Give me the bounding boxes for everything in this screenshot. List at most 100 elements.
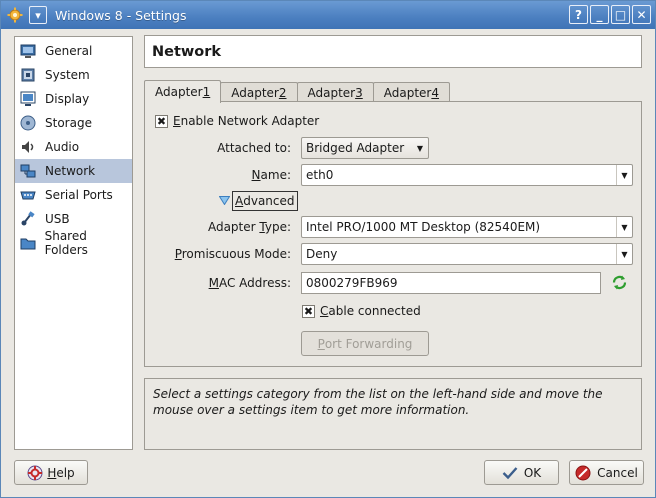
label-text: nable Network Adapter (180, 114, 320, 128)
label-accel: M (208, 276, 219, 290)
attached-to-value: Bridged Adapter (306, 141, 405, 155)
ok-button[interactable]: OK (484, 460, 559, 485)
enable-network-adapter-checkbox[interactable]: ✖ (155, 115, 168, 128)
label-accel: P (317, 336, 325, 351)
page-header: Network (144, 35, 642, 68)
cancel-button[interactable]: Cancel (569, 460, 644, 485)
system-icon (19, 66, 37, 84)
tab-label: Adapter (155, 85, 203, 99)
adapter-type-value: Intel PRO/1000 MT Desktop (82540EM) (306, 220, 541, 234)
label-text: Cancel (597, 465, 638, 480)
mac-address-input[interactable]: 0800279FB969 (301, 272, 601, 294)
label-accel: E (173, 114, 181, 128)
general-icon (19, 42, 37, 60)
sidebar-item-label: USB (45, 212, 70, 226)
label-accel: P (174, 247, 182, 261)
shared-folders-icon (19, 234, 37, 252)
settings-category-list[interactable]: General System Display Storage Audio Net… (14, 36, 133, 450)
expander-arrow-icon[interactable] (219, 196, 230, 205)
sidebar-item-label: Audio (45, 140, 80, 154)
name-label: Name: (185, 168, 291, 182)
gear-icon[interactable] (7, 7, 23, 23)
label-text: AC Address: (218, 276, 291, 290)
close-button[interactable]: ✕ (632, 5, 651, 24)
sidebar-item-shared-folders[interactable]: Shared Folders (15, 229, 132, 257)
settings-window: ▾ Windows 8 - Settings ? _ □ ✕ General S… (0, 0, 656, 498)
name-value: eth0 (306, 168, 334, 182)
window-menu-button[interactable]: ▾ (29, 6, 47, 24)
help-icon (27, 465, 43, 480)
checkmark-icon (502, 466, 518, 479)
sidebar-item-network[interactable]: Network (15, 159, 132, 183)
enable-network-adapter-label[interactable]: Enable Network Adapter (173, 114, 319, 128)
maximize-button[interactable]: □ (611, 5, 630, 24)
title-bar[interactable]: ▾ Windows 8 - Settings ? _ □ ✕ (1, 1, 655, 29)
label-text: ort Forwarding (324, 336, 413, 351)
attached-to-label: Attached to: (217, 141, 291, 155)
sidebar-item-label: Storage (45, 116, 92, 130)
promiscuous-mode-value: Deny (306, 247, 338, 261)
label-text: dvanced (243, 194, 295, 208)
network-icon (19, 162, 37, 180)
adapter-panel: ✖ Enable Network Adapter Attached to: Br… (144, 101, 642, 367)
sidebar-item-serial-ports[interactable]: Serial Ports (15, 183, 132, 207)
tab-label-accel: 1 (202, 85, 211, 99)
cable-connected-label[interactable]: Cable connected (320, 304, 421, 318)
chevron-down-icon: ▾ (35, 8, 41, 22)
sidebar-item-label: Display (45, 92, 90, 106)
tab-adapter-1[interactable]: Adapter 1 (144, 80, 222, 103)
label-text: OK (523, 465, 542, 480)
sidebar-item-audio[interactable]: Audio (15, 135, 132, 159)
tab-label-accel: 2 (278, 86, 287, 100)
tab-adapter-3[interactable]: Adapter 3 (296, 82, 374, 103)
label-text: romiscuous Mode: (181, 247, 291, 261)
chevron-down-icon: ▼ (416, 143, 424, 153)
attached-to-select[interactable]: Bridged Adapter ▼ (301, 137, 429, 159)
serial-ports-icon (19, 186, 37, 204)
page-title: Network (152, 43, 222, 60)
sidebar-item-label: Shared Folders (44, 229, 88, 257)
advanced-toggle[interactable]: Advanced (232, 191, 298, 211)
adapter-type-select[interactable]: Intel PRO/1000 MT Desktop (82540EM) ▼ (301, 216, 633, 238)
cable-connected-checkbox[interactable]: ✖ (302, 305, 315, 318)
label-accel: N (251, 168, 261, 182)
sidebar-item-general[interactable]: General (15, 39, 132, 63)
sidebar-item-usb[interactable]: USB (15, 207, 132, 231)
help-button[interactable]: Help (14, 460, 88, 485)
tab-label: Adapter (231, 86, 279, 100)
sidebar-item-label: Serial Ports (45, 188, 113, 202)
storage-icon (19, 114, 37, 132)
mac-address-label: MAC Address: (165, 276, 291, 290)
chevron-down-icon: ▼ (616, 165, 632, 185)
chevron-down-icon: ▼ (616, 244, 632, 264)
promiscuous-mode-select[interactable]: Deny ▼ (301, 243, 633, 265)
minimize-button[interactable]: _ (590, 5, 609, 24)
sidebar-item-display[interactable]: Display (15, 87, 132, 111)
tab-label-accel: 3 (355, 86, 363, 100)
usb-icon (19, 210, 37, 228)
sidebar-item-label: Network (45, 164, 96, 178)
window-title: Windows 8 - Settings (55, 7, 187, 23)
audio-icon (19, 138, 37, 156)
sidebar-item-storage[interactable]: Storage (15, 111, 132, 135)
promiscuous-mode-label: Promiscuous Mode: (155, 247, 291, 261)
sidebar-item-system[interactable]: System (15, 63, 132, 87)
label-accel: H (47, 465, 57, 480)
label-text: ype: (264, 220, 291, 234)
label-text: Adapter (207, 220, 260, 234)
sidebar-item-label: System (45, 68, 90, 82)
sidebar-item-label: General (45, 44, 93, 58)
chevron-down-icon: ▼ (616, 217, 632, 237)
tab-adapter-4[interactable]: Adapter 4 (372, 82, 450, 103)
port-forwarding-button[interactable]: Port Forwarding (301, 331, 429, 356)
display-icon (19, 90, 37, 108)
adapter-type-label: Adapter Type: (165, 220, 291, 234)
tab-label: Adapter (383, 86, 432, 100)
tab-label-accel: 4 (431, 86, 439, 100)
help-title-button[interactable]: ? (569, 5, 588, 24)
label-text: elp (56, 465, 75, 480)
adapter-tabs: Adapter 1 Adapter 2 Adapter 3 Adapter 4 (144, 80, 450, 103)
refresh-icon[interactable] (611, 274, 628, 291)
name-select[interactable]: eth0 ▼ (301, 164, 633, 186)
tab-adapter-2[interactable]: Adapter 2 (220, 82, 298, 103)
